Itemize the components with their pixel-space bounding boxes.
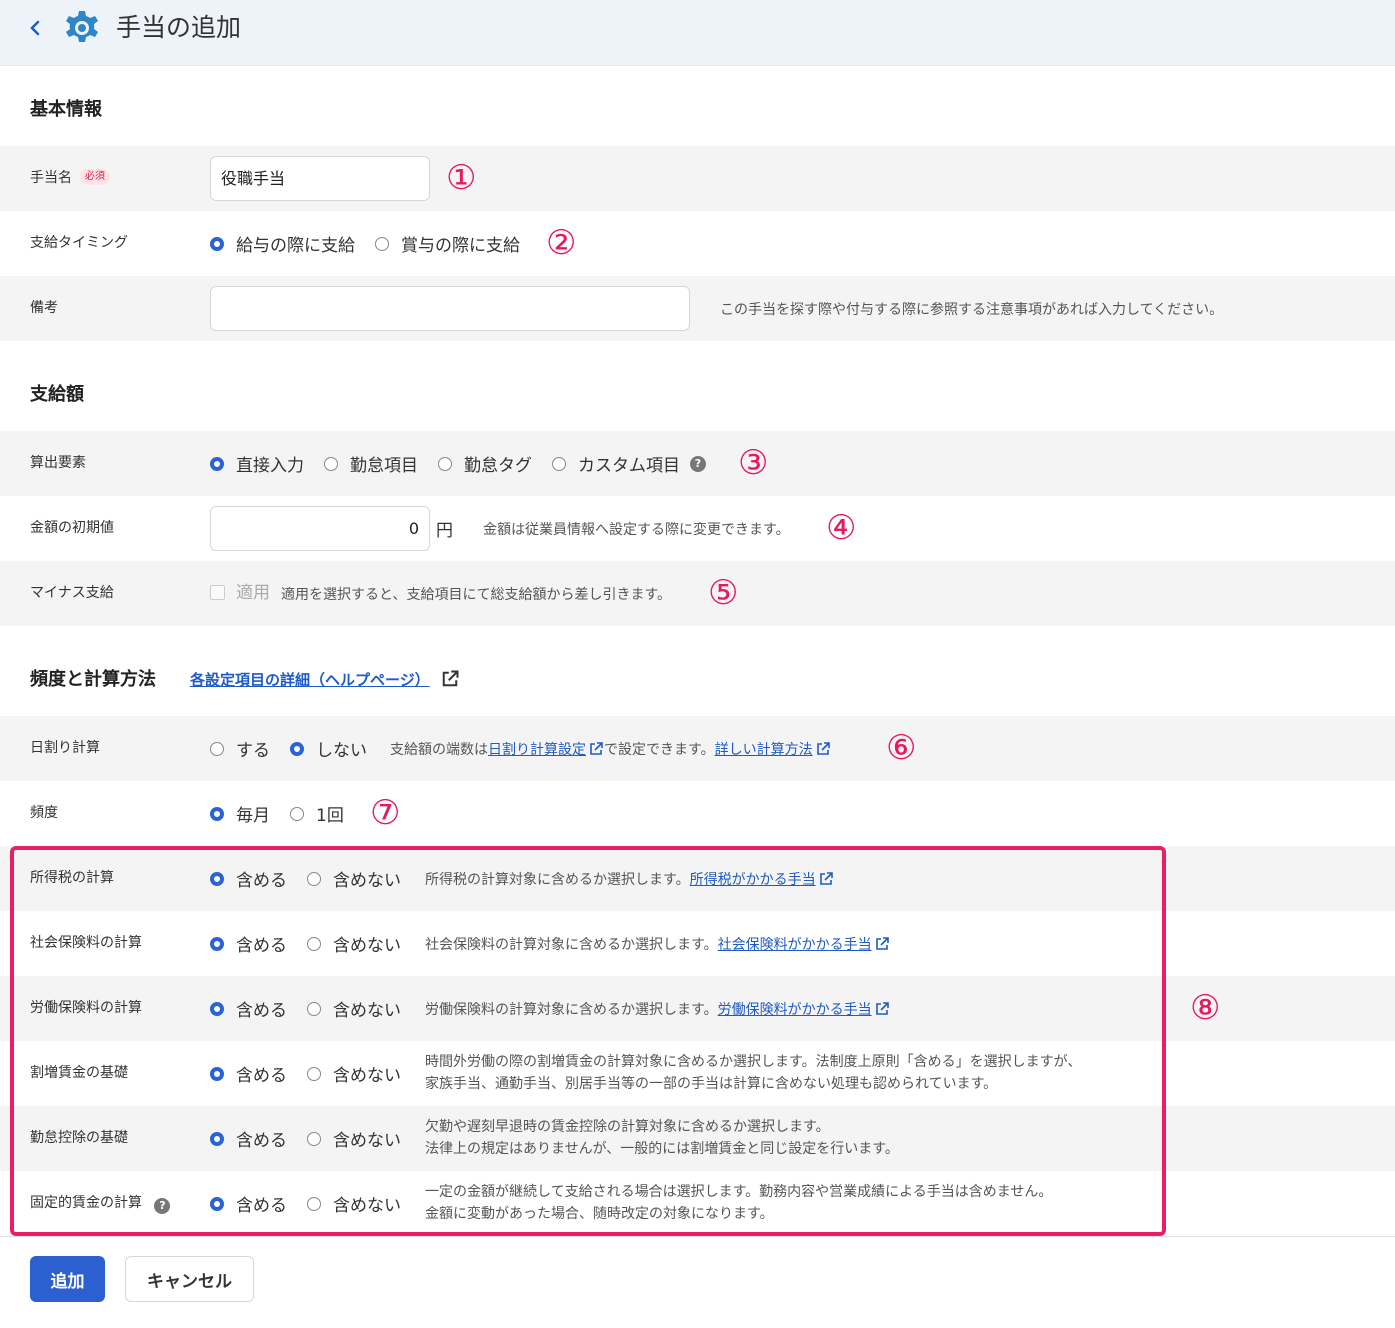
external-link-icon[interactable] [588,741,604,757]
marker-7: ⑦ [370,793,401,833]
radio-custom-item[interactable]: カスタム項目 [552,451,680,476]
row-initial-amount: 金額の初期値 0 円 金額は従業員情報へ設定する際に変更できます。 ④ [0,496,1395,561]
minus-hint: 適用を選択すると、支給項目にて総支給額から差し引きます。 [281,586,672,603]
row-note: 備考 この手当を探す際や付与する際に参照する注意事項があれば入力してください。 [0,276,1395,341]
radio-dot [210,456,224,471]
section-title-basic: 基本情報 [30,99,102,120]
field-label: 手当名 必須 [30,146,110,211]
field-label: 支給タイミング [30,235,128,251]
apply-checkbox[interactable] [210,585,225,600]
radio-dot [552,456,566,471]
apply-checkbox-label: 適用 [236,583,270,603]
allowance-name-input[interactable]: 役職手当 [210,156,430,201]
chevron-left-icon[interactable] [28,17,48,41]
row-minus-payment: マイナス支給 適用 適用を選択すると、支給項目にて総支給額から差し引きます。 ⑤ [0,561,1395,626]
section-title-amount: 支給額 [30,384,84,405]
help-icon[interactable]: ? [690,455,706,472]
field-label: 備考 [30,300,58,316]
field-label: 金額の初期値 [30,520,114,536]
calc-method-link[interactable]: 詳しい計算方法 [715,739,813,759]
marker-5: ⑤ [708,573,739,613]
section-title-frequency: 頻度と計算方法 [30,669,156,690]
radio-dot [210,236,224,251]
amount-hint: 金額は従業員情報へ設定する際に変更できます。 [483,521,790,538]
row-daily-calc: 日割り計算 する しない 支給額の端数は 日割り計算設定 で設定できます。 詳しい計算… [0,716,1395,781]
radio-dot [375,236,389,251]
marker-3: ③ [738,443,769,483]
daily-radio-group: する しない [210,716,387,781]
daily-setting-link[interactable]: 日割り計算設定 [488,739,586,759]
marker-1: ① [446,158,477,198]
radio-timing-salary[interactable]: 給与の際に支給 [210,231,355,256]
row-timing: 支給タイミング 給与の際に支給 賞与の際に支給 ② [0,211,1395,276]
note-hint: この手当を探す際や付与する際に参照する注意事項があれば入力してください。 [720,301,1224,318]
radio-dot [290,741,304,756]
initial-amount-input[interactable]: 0 [210,506,430,551]
marker-2: ② [546,223,577,263]
highlight-box [10,846,1166,1236]
external-link-icon[interactable] [815,741,831,757]
page-header: 手当の追加 [0,0,1395,66]
footer-divider [0,1236,1395,1237]
cancel-button[interactable]: キャンセル [125,1256,254,1302]
field-label: マイナス支給 [30,585,114,601]
radio-timing-bonus[interactable]: 賞与の際に支給 [375,231,520,256]
row-allowance-name: 手当名 必須 役職手当 ① [0,146,1395,211]
marker-6: ⑥ [886,728,917,768]
field-label: 日割り計算 [30,740,100,756]
daily-hint: 支給額の端数は 日割り計算設定 で設定できます。 詳しい計算方法 [390,716,831,781]
gear-icon [62,8,102,48]
amount-unit: 円 [436,521,453,541]
add-button[interactable]: 追加 [30,1256,105,1302]
frequency-radio-group: 毎月 1回 [210,781,364,846]
required-badge: 必須 [80,169,110,185]
radio-dot [210,741,224,756]
radio-direct-input[interactable]: 直接入力 [210,451,304,476]
radio-dot [290,806,304,821]
marker-8: ⑧ [1190,988,1221,1028]
help-page-link[interactable]: 各設定項目の詳細（ヘルプページ） [190,671,430,689]
radio-monthly[interactable]: 毎月 [210,801,270,826]
row-calc-element: 算出要素 直接入力 勤怠項目 勤怠タグ カスタム項目 ? ③ [0,431,1395,496]
radio-attendance-tag[interactable]: 勤怠タグ [438,451,532,476]
field-label: 頻度 [30,805,58,821]
radio-dot [324,456,338,471]
radio-daily-no[interactable]: しない [290,736,367,761]
radio-once[interactable]: 1回 [290,801,344,826]
page-title: 手当の追加 [116,13,242,42]
field-label: 算出要素 [30,455,86,471]
row-frequency: 頻度 毎月 1回 ⑦ [0,781,1395,846]
marker-4: ④ [826,508,857,548]
radio-attendance-item[interactable]: 勤怠項目 [324,451,418,476]
note-input[interactable] [210,286,690,331]
radio-dot [210,806,224,821]
radio-dot [438,456,452,471]
calc-element-radio-group: 直接入力 勤怠項目 勤怠タグ カスタム項目 ? [210,431,706,496]
external-link-icon[interactable] [440,669,460,689]
radio-daily-yes[interactable]: する [210,736,270,761]
timing-radio-group: 給与の際に支給 賞与の際に支給 [210,211,540,276]
help-page-link-wrap: 各設定項目の詳細（ヘルプページ） [190,668,460,692]
